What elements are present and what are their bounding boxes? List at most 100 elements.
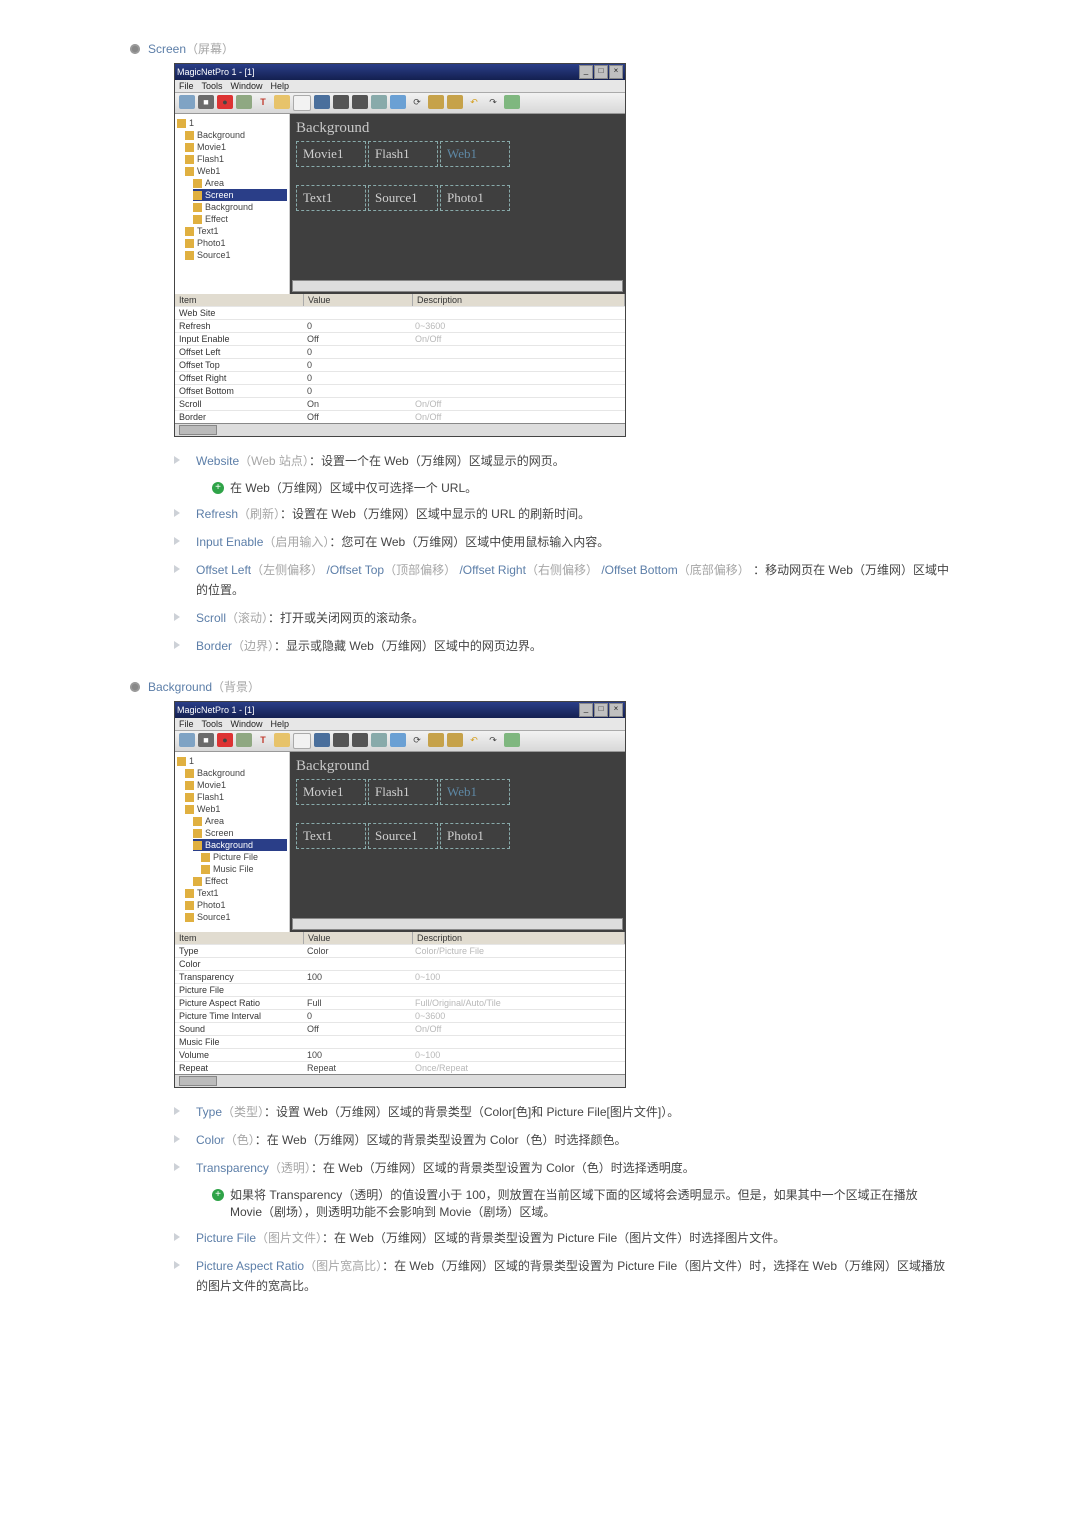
tree-item[interactable]: Background [193,201,287,213]
tree-item[interactable]: Web1 [185,165,287,177]
prop-value[interactable]: 100 [303,971,411,983]
tree-item[interactable]: Background [193,839,287,851]
menu-item[interactable]: Tools [202,81,223,91]
tile-flash[interactable]: Flash1 [368,779,438,805]
menu-item[interactable]: File [179,81,194,91]
tree-item[interactable]: Photo1 [185,237,287,249]
tool-icon[interactable] [333,733,349,747]
table-row[interactable]: Offset Top0 [175,358,625,371]
tile-web[interactable]: Web1 [440,141,510,167]
prop-value[interactable]: Color [303,945,411,957]
tree-item[interactable]: Source1 [185,249,287,261]
bottom-scrollbar[interactable] [175,1074,625,1087]
table-row[interactable]: Picture Time Interval00~3600 [175,1009,625,1022]
tree-item[interactable]: Picture File [201,851,287,863]
tool-icon[interactable] [352,95,368,109]
tile-movie[interactable]: Movie1 [296,779,366,805]
tool-icon[interactable] [352,733,368,747]
tool-icon[interactable]: ⟳ [409,95,425,109]
table-row[interactable]: Color [175,957,625,970]
tree-item[interactable]: Area [193,177,287,189]
prop-value[interactable]: Off [303,333,411,345]
tile-source[interactable]: Source1 [368,823,438,849]
menu-item[interactable]: Window [231,719,263,729]
prop-value[interactable] [303,958,411,970]
tree-item[interactable]: Area [193,815,287,827]
tree-item[interactable]: Movie1 [185,779,287,791]
tile-movie[interactable]: Movie1 [296,141,366,167]
table-row[interactable]: Volume1000~100 [175,1048,625,1061]
table-row[interactable]: SoundOffOn/Off [175,1022,625,1035]
tree-item[interactable]: Music File [201,863,287,875]
table-row[interactable]: TypeColorColor/Picture File [175,944,625,957]
tool-icon[interactable]: ⟳ [409,733,425,747]
tool-icon[interactable] [447,733,463,747]
close-icon[interactable]: × [609,703,623,717]
tree-item[interactable]: Background [185,129,287,141]
table-row[interactable]: Refresh00~3600 [175,319,625,332]
table-row[interactable]: Offset Right0 [175,371,625,384]
tree-item[interactable]: Photo1 [185,899,287,911]
tree-item[interactable]: Web1 [185,803,287,815]
prop-value[interactable]: 0 [303,385,411,397]
tool-icon[interactable] [390,733,406,747]
tool-icon[interactable] [314,95,330,109]
tool-icon[interactable] [371,733,387,747]
bottom-scrollbar[interactable] [175,423,625,436]
tool-icon[interactable]: T [255,733,271,747]
tool-icon[interactable] [333,95,349,109]
tree-item[interactable]: Screen [193,189,287,201]
table-row[interactable]: Input EnableOffOn/Off [175,332,625,345]
tree-item[interactable]: Flash1 [185,153,287,165]
tool-icon[interactable]: ↶ [466,733,482,747]
table-row[interactable]: BorderOffOn/Off [175,410,625,423]
tool-icon[interactable] [447,95,463,109]
max-icon[interactable]: □ [594,65,608,79]
prop-value[interactable]: Off [303,1023,411,1035]
tool-icon[interactable]: ↶ [466,95,482,109]
tool-icon[interactable] [390,95,406,109]
tool-icon[interactable] [293,95,311,111]
prop-value[interactable] [303,984,411,996]
tree-item[interactable]: Text1 [185,887,287,899]
tool-icon[interactable]: ● [217,95,233,109]
tool-icon[interactable] [179,95,195,109]
tool-icon[interactable] [314,733,330,747]
table-row[interactable]: Music File [175,1035,625,1048]
prop-value[interactable] [303,307,411,319]
table-row[interactable]: Offset Bottom0 [175,384,625,397]
tile-web[interactable]: Web1 [440,779,510,805]
table-row[interactable]: Picture File [175,983,625,996]
tool-icon[interactable] [274,733,290,747]
prop-value[interactable]: On [303,398,411,410]
prop-value[interactable]: Full [303,997,411,1009]
table-row[interactable]: Offset Left0 [175,345,625,358]
menu-item[interactable]: Tools [202,719,223,729]
prop-value[interactable]: 0 [303,359,411,371]
tool-icon[interactable]: ↷ [485,95,501,109]
tool-icon[interactable] [179,733,195,747]
tool-icon[interactable] [371,95,387,109]
tool-icon[interactable]: ● [217,733,233,747]
prop-value[interactable]: 0 [303,320,411,332]
tree-item[interactable]: Text1 [185,225,287,237]
prop-value[interactable]: 0 [303,1010,411,1022]
tile-photo[interactable]: Photo1 [440,185,510,211]
tool-icon[interactable] [236,95,252,109]
tool-icon[interactable] [274,95,290,109]
tree-item[interactable]: Effect [193,213,287,225]
tree-item[interactable]: Flash1 [185,791,287,803]
tree-item[interactable]: Effect [193,875,287,887]
tool-icon[interactable]: ↷ [485,733,501,747]
menu-item[interactable]: Help [271,81,290,91]
tool-icon[interactable] [504,733,520,747]
h-scrollbar[interactable] [292,918,623,930]
tool-icon[interactable] [504,95,520,109]
tool-icon[interactable]: ■ [198,95,214,109]
prop-value[interactable]: 0 [303,346,411,358]
tree-item[interactable]: Screen [193,827,287,839]
table-row[interactable]: ScrollOnOn/Off [175,397,625,410]
tree-item[interactable]: Source1 [185,911,287,923]
close-icon[interactable]: × [609,65,623,79]
menu-item[interactable]: Help [271,719,290,729]
